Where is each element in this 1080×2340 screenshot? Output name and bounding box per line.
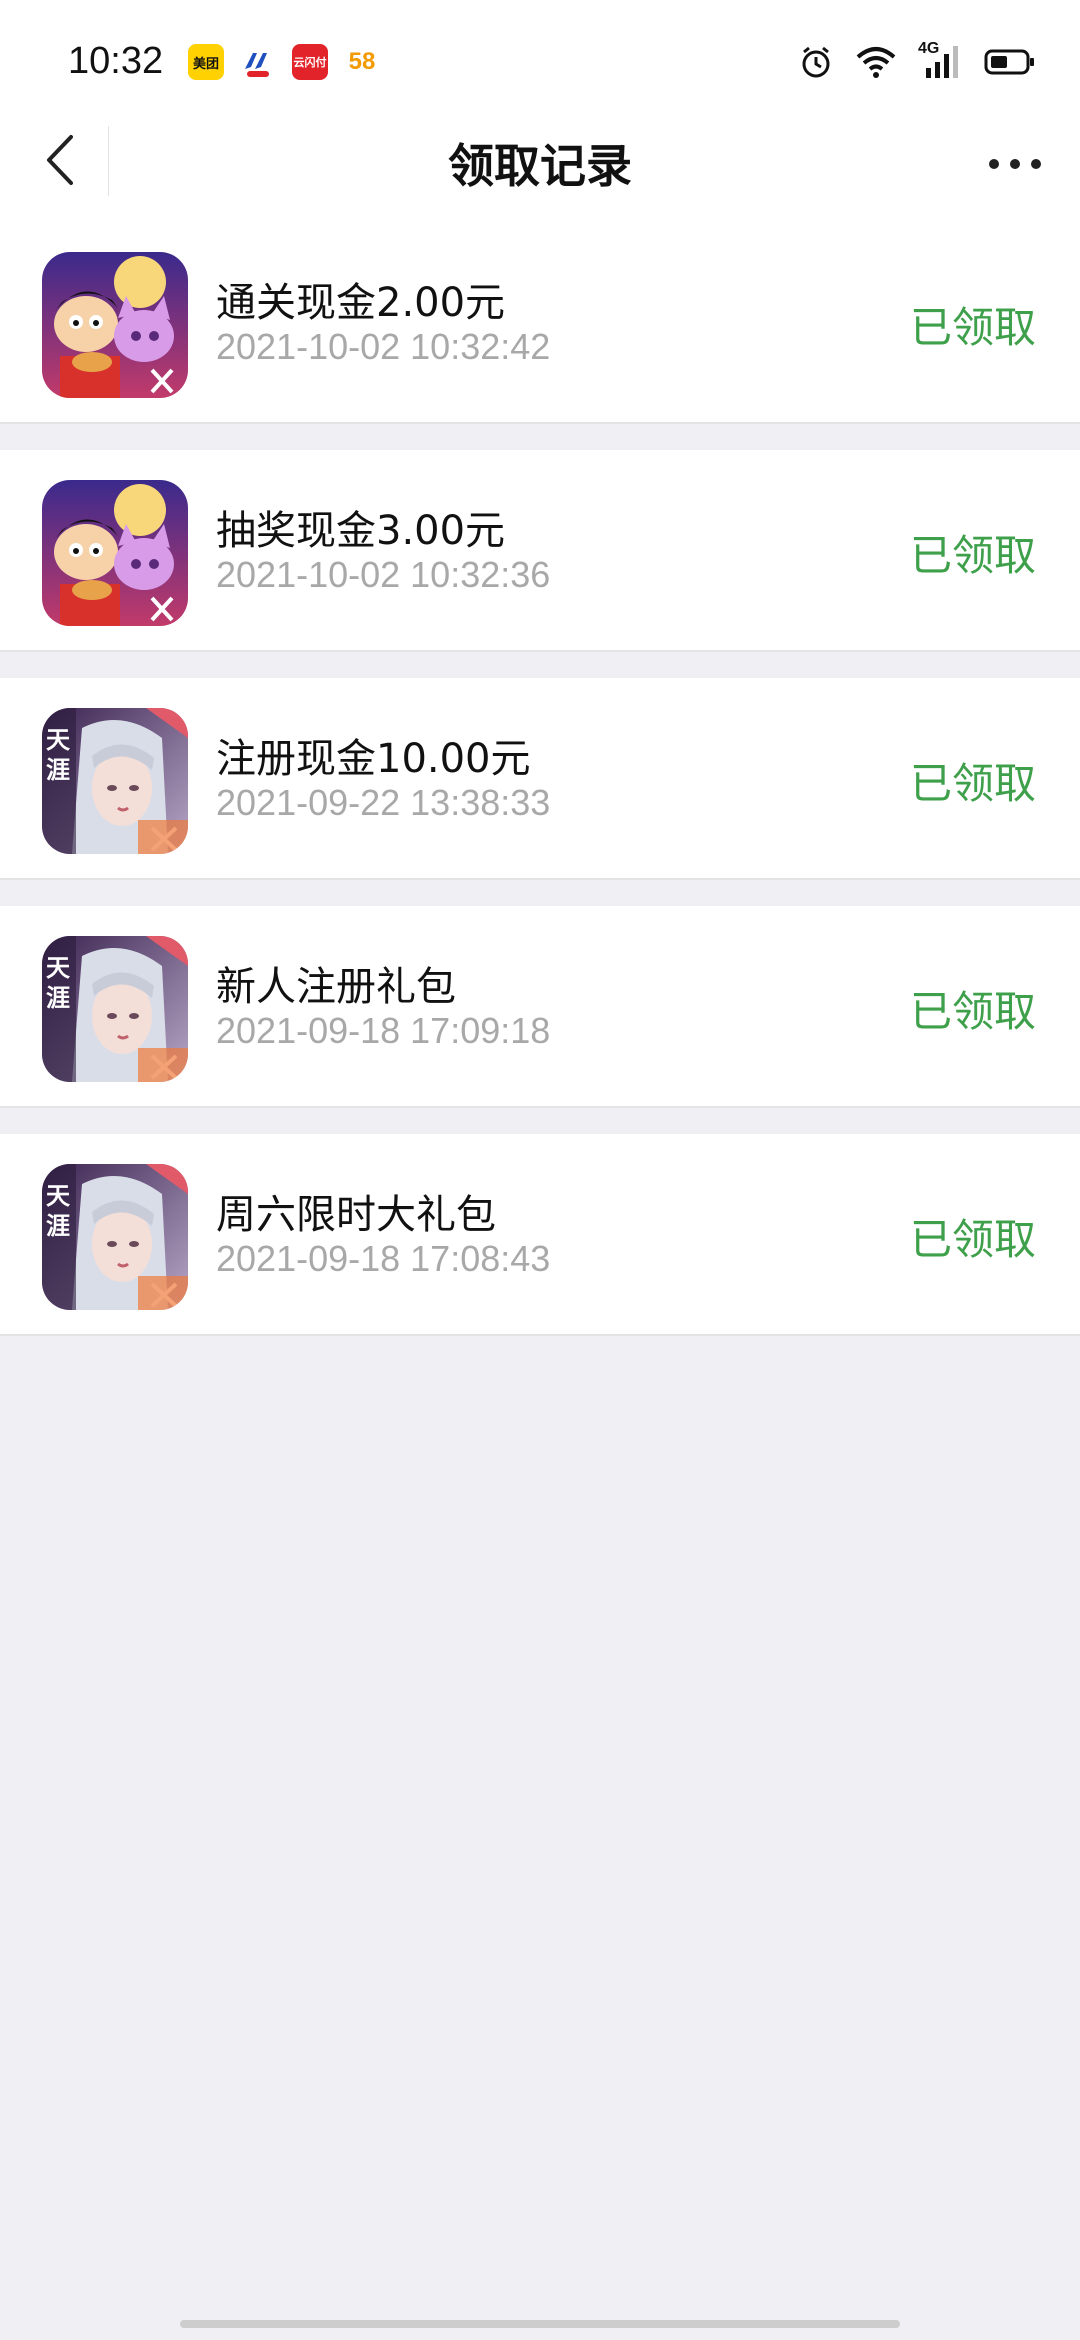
svg-text:涯: 涯 <box>46 984 70 1012</box>
status-indicators: 4G <box>798 40 1036 80</box>
record-time: 2021-10-02 10:32:42 <box>216 326 551 367</box>
record-status: 已领取 <box>909 759 1036 808</box>
page-title: 领取记录 <box>448 139 632 193</box>
nav-header: 领取记录 <box>0 100 1080 222</box>
record-item[interactable]: 天 涯 新人注册礼包 2021-09-18 17:09:18 已领取 <box>0 906 1080 1108</box>
record-name: 注册现金10.00元 <box>216 736 531 782</box>
record-item[interactable]: 抽奖现金3.00元 2021-10-02 10:32:36 已领取 <box>0 450 1080 652</box>
record-name: 通关现金2.00元 <box>216 280 506 326</box>
wifi-icon <box>856 47 896 78</box>
record-item[interactable]: 天 涯 周六限时大礼包 2021-09-18 17:08:43 已领取 <box>0 1134 1080 1336</box>
app2-icon <box>240 44 276 80</box>
signal-icon: 4G <box>918 40 962 80</box>
record-time: 2021-09-18 17:09:18 <box>216 1010 551 1051</box>
svg-text:天: 天 <box>46 726 70 754</box>
record-item[interactable]: 天 涯 注册现金10.00元 2021-09-22 13:38:33 已领取 <box>0 678 1080 880</box>
record-status: 已领取 <box>909 531 1036 580</box>
status-time: 10:32 <box>68 40 164 82</box>
more-button[interactable] <box>980 134 1050 194</box>
svg-text:涯: 涯 <box>46 1212 70 1240</box>
record-status: 已领取 <box>909 303 1036 352</box>
svg-text:涯: 涯 <box>46 756 70 784</box>
battery-icon <box>984 49 1034 75</box>
game-icon-crayon <box>42 480 188 626</box>
record-name: 新人注册礼包 <box>216 964 456 1010</box>
record-item[interactable]: 通关现金2.00元 2021-10-02 10:32:42 已领取 <box>0 222 1080 424</box>
status-app-icons: 美团 云闪付 58 <box>188 44 380 80</box>
more-icon <box>989 159 1041 169</box>
record-name: 抽奖现金3.00元 <box>216 508 506 554</box>
game-icon-tianya: 天 涯 <box>42 1164 188 1310</box>
record-list: 通关现金2.00元 2021-10-02 10:32:42 已领取 抽奖现金3. <box>0 222 1080 1362</box>
58-icon: 58 <box>344 44 380 80</box>
meituan-icon: 美团 <box>188 44 224 80</box>
alarm-icon <box>802 46 830 78</box>
record-time: 2021-09-22 13:38:33 <box>216 782 551 823</box>
svg-text:天: 天 <box>46 1182 70 1210</box>
record-time: 2021-09-18 17:08:43 <box>216 1238 551 1279</box>
record-name: 周六限时大礼包 <box>216 1192 496 1238</box>
app3-icon: 云闪付 <box>292 44 328 80</box>
record-status: 已领取 <box>909 1215 1036 1264</box>
game-icon-tianya: 天 涯 <box>42 936 188 1082</box>
game-icon-tianya: 天 涯 <box>42 708 188 854</box>
home-indicator[interactable] <box>180 2320 900 2328</box>
svg-text:天: 天 <box>46 954 70 982</box>
game-icon-crayon <box>42 252 188 398</box>
record-status: 已领取 <box>909 987 1036 1036</box>
record-time: 2021-10-02 10:32:36 <box>216 554 551 595</box>
